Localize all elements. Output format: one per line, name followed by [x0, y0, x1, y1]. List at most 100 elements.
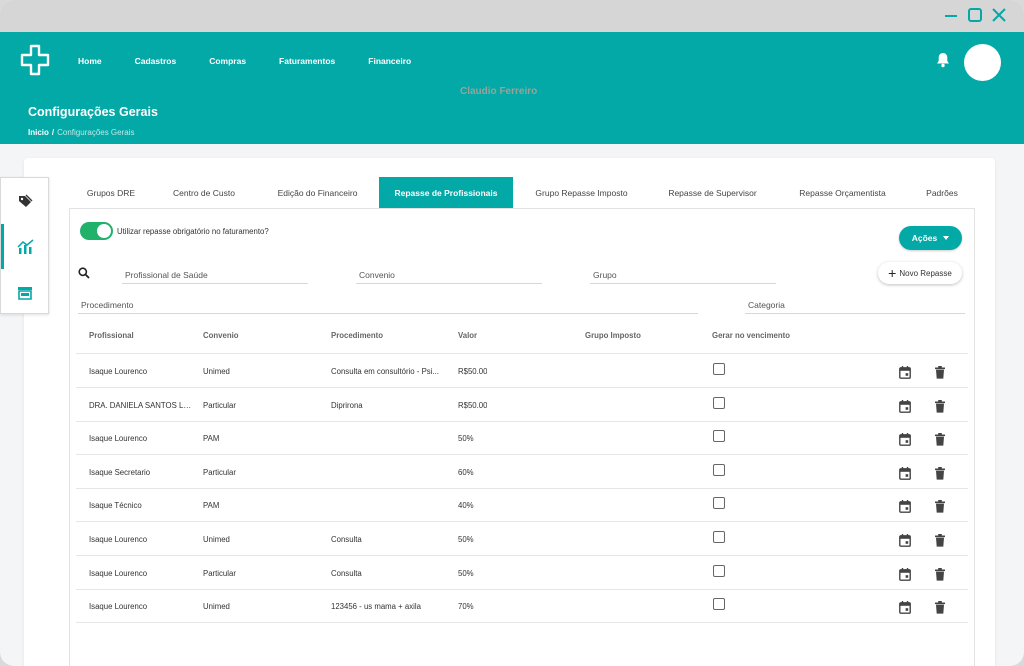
table-row[interactable]: Isaque Lourenco Unimed Consulta em consult…: [76, 354, 968, 388]
calendar-icon[interactable]: [899, 466, 911, 480]
cell-profissional: Isaque Técnico: [89, 501, 142, 511]
cell-convenio: PAM: [203, 434, 220, 444]
nav-cadastros[interactable]: Cadastros: [135, 56, 177, 66]
toggle-knob: [97, 224, 111, 238]
tab-grupo-repasse-imposto[interactable]: Grupo Repasse Imposto: [513, 177, 650, 209]
cell-profissional: Isaque Secretario: [89, 467, 151, 477]
breadcrumb-current: Configurações Gerais: [57, 128, 135, 137]
tab-edicao-financeiro[interactable]: Edição do Financeiro: [256, 177, 379, 209]
col-valor[interactable]: Valor: [458, 331, 477, 340]
bell-icon[interactable]: [936, 52, 950, 68]
cell-procedimento: 123456 - us mama + axila: [331, 602, 421, 612]
trash-icon[interactable]: [935, 567, 945, 581]
table-row[interactable]: Isaque Lourenco Particular Consulta 50%: [76, 556, 968, 590]
tab-repasse-orcamentista[interactable]: Repasse Orçamentista: [775, 177, 910, 209]
col-convenio[interactable]: Convenio: [203, 331, 239, 340]
table-row[interactable]: Isaque Técnico PAM 40%: [76, 488, 968, 523]
novo-repasse-button[interactable]: + Novo Repasse: [878, 262, 962, 284]
novo-repasse-label: Novo Repasse: [899, 268, 952, 278]
table-row[interactable]: Isaque Lourenco Unimed Consulta 50%: [76, 522, 968, 556]
calendar-icon[interactable]: [899, 567, 911, 581]
cell-profissional: DRA. DANIELA SANTOS LIS...: [89, 400, 193, 410]
breadcrumb-separator: /: [51, 128, 55, 137]
gerar-vencimento-checkbox[interactable]: [713, 363, 725, 375]
repasse-toggle[interactable]: [80, 222, 113, 240]
cell-valor: R$50.00: [458, 400, 488, 410]
cell-valor: R$50.00: [458, 367, 488, 376]
gerar-vencimento-checkbox[interactable]: [713, 396, 725, 409]
trash-icon[interactable]: [935, 500, 945, 513]
grupo-filter[interactable]: Grupo: [590, 270, 776, 284]
trash-icon[interactable]: [935, 433, 945, 446]
breadcrumb-home[interactable]: Inicio: [28, 128, 49, 137]
gerar-vencimento-checkbox[interactable]: [713, 598, 725, 611]
table-row[interactable]: Isaque Secretario Particular 60%: [76, 455, 968, 489]
gerar-vencimento-checkbox[interactable]: [713, 497, 725, 510]
toggle-label: Utilizar repasse obrigatório no faturame…: [117, 227, 269, 236]
calendar-icon[interactable]: [899, 366, 911, 379]
sidebar-item-chart[interactable]: [1, 224, 48, 269]
cell-valor: 60%: [458, 467, 474, 477]
calendar-icon[interactable]: [899, 433, 911, 447]
tab-repasse-supervisor[interactable]: Repasse de Supervisor: [650, 177, 775, 209]
title-bar: [0, 0, 1024, 32]
close-icon[interactable]: [990, 6, 1008, 24]
tab-padroes[interactable]: Padrões: [910, 177, 974, 209]
cell-valor: 50%: [458, 535, 474, 544]
avatar[interactable]: [964, 44, 1001, 81]
col-grupo-imposto[interactable]: Grupo Imposto: [585, 331, 641, 340]
cell-profissional: Isaque Lourenco: [89, 602, 148, 612]
gerar-vencimento-checkbox[interactable]: [713, 531, 725, 543]
tab-centro-de-custo[interactable]: Centro de Custo: [152, 177, 256, 209]
nav-faturamentos[interactable]: Faturamentos: [279, 56, 335, 66]
cell-procedimento: Diprirona: [331, 400, 363, 410]
procedimento-filter[interactable]: Procedimento: [78, 300, 698, 314]
medical-cross-logo-icon[interactable]: [20, 44, 50, 76]
trash-icon[interactable]: [935, 366, 945, 379]
gerar-vencimento-checkbox[interactable]: [713, 463, 725, 476]
sidebar-item-store[interactable]: [1, 270, 48, 315]
cell-convenio: Particular: [203, 400, 236, 410]
trash-icon[interactable]: [935, 466, 945, 480]
table-row[interactable]: Isaque Lourenco PAM 50%: [76, 421, 968, 456]
calendar-icon[interactable]: [899, 399, 911, 413]
trash-icon[interactable]: [935, 601, 945, 614]
cell-procedimento: Consulta em consultório - Psi...: [331, 367, 439, 376]
nav-financeiro[interactable]: Financeiro: [368, 56, 411, 66]
maximize-icon[interactable]: [966, 6, 984, 24]
cell-convenio: Particular: [203, 568, 236, 578]
col-gerar-vencimento[interactable]: Gerar no vencimento: [712, 331, 790, 340]
cell-convenio: Unimed: [203, 535, 230, 544]
profissional-filter[interactable]: Profissional de Saúde: [122, 270, 308, 284]
trash-icon[interactable]: [935, 399, 945, 413]
cell-valor: 40%: [458, 501, 474, 511]
main-nav: Home Cadastros Compras Faturamentos Fina…: [78, 56, 444, 66]
cell-convenio: Particular: [203, 467, 236, 477]
calendar-icon[interactable]: [899, 534, 911, 547]
calendar-icon[interactable]: [899, 500, 911, 514]
table-row[interactable]: DRA. DANIELA SANTOS LIS... Particular Dipr…: [76, 388, 968, 422]
gerar-vencimento-checkbox[interactable]: [713, 430, 725, 443]
tags-icon: [18, 194, 32, 207]
convenio-filter[interactable]: Convenio: [356, 270, 542, 284]
cell-convenio: Unimed: [203, 602, 230, 612]
tab-bar: Grupos DRE Centro de Custo Edição do Fin…: [70, 177, 974, 209]
nav-home[interactable]: Home: [78, 56, 102, 66]
tab-grupos-dre[interactable]: Grupos DRE: [70, 177, 152, 209]
trash-icon[interactable]: [935, 534, 945, 547]
nav-compras[interactable]: Compras: [209, 56, 246, 66]
breadcrumb: Inicio / Configurações Gerais: [28, 128, 135, 137]
col-procedimento[interactable]: Procedimento: [331, 331, 383, 340]
minimize-icon[interactable]: [942, 6, 960, 24]
gerar-vencimento-checkbox[interactable]: [713, 564, 725, 577]
calendar-icon[interactable]: [899, 601, 911, 615]
categoria-filter[interactable]: Categoria: [745, 300, 965, 314]
tab-repasse-profissionais[interactable]: Repasse de Profissionais: [379, 177, 513, 209]
cell-profissional: Isaque Lourenco: [89, 367, 148, 376]
table-row[interactable]: Isaque Lourenco Unimed 123456 - us mama + …: [76, 589, 968, 624]
cell-profissional: Isaque Lourenco: [89, 568, 148, 578]
col-profissional[interactable]: Profissional: [89, 331, 134, 340]
sidebar-item-tags[interactable]: [1, 178, 48, 223]
search-icon[interactable]: [78, 266, 90, 279]
acoes-button[interactable]: Ações: [899, 226, 962, 250]
